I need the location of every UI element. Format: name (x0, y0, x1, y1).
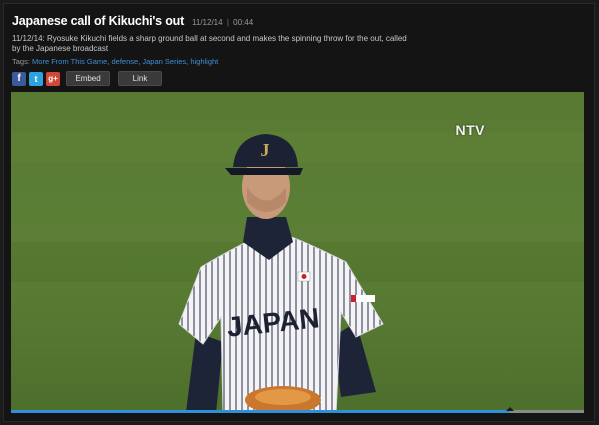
tags-row: Tags: More From This Game, defense, Japa… (12, 57, 219, 66)
channel-watermark: NTV (455, 122, 485, 138)
facebook-icon[interactable]: f (12, 71, 26, 86)
tag-link[interactable]: defense (112, 57, 139, 66)
video-header: Japanese call of Kikuchi's out 11/12/14 … (12, 14, 588, 86)
video-frame: J JAPAN (11, 92, 584, 413)
video-player[interactable]: J JAPAN NTV (11, 92, 584, 413)
scrubber-handle[interactable] (506, 407, 514, 411)
video-title[interactable]: Japanese call of Kikuchi's out (12, 14, 184, 28)
video-duration: 00:44 (233, 18, 254, 27)
tag-link[interactable]: highlight (190, 57, 218, 66)
title-row: Japanese call of Kikuchi's out 11/12/14 … (12, 14, 588, 28)
video-date: 11/12/14 (192, 18, 223, 27)
mow-stripe (11, 132, 584, 162)
video-meta: 11/12/14 | 00:44 (192, 18, 253, 27)
cap-logo: J (261, 140, 270, 160)
progress-fill (11, 410, 510, 413)
google-plus-icon[interactable]: g+ (46, 71, 60, 86)
tag-link[interactable]: More From This Game (32, 57, 107, 66)
twitter-icon[interactable]: t (29, 71, 43, 86)
embed-button[interactable]: Embed (66, 71, 110, 86)
tags-label: Tags: (12, 57, 30, 66)
link-button[interactable]: Link (118, 71, 162, 86)
share-row: f t g+ Embed Link (12, 71, 588, 86)
video-description: 11/12/14: Ryosuke Kikuchi fields a sharp… (12, 34, 407, 53)
meta-separator: | (226, 18, 229, 27)
tag-link[interactable]: Japan Series (142, 57, 186, 66)
progress-bar[interactable] (11, 407, 584, 413)
